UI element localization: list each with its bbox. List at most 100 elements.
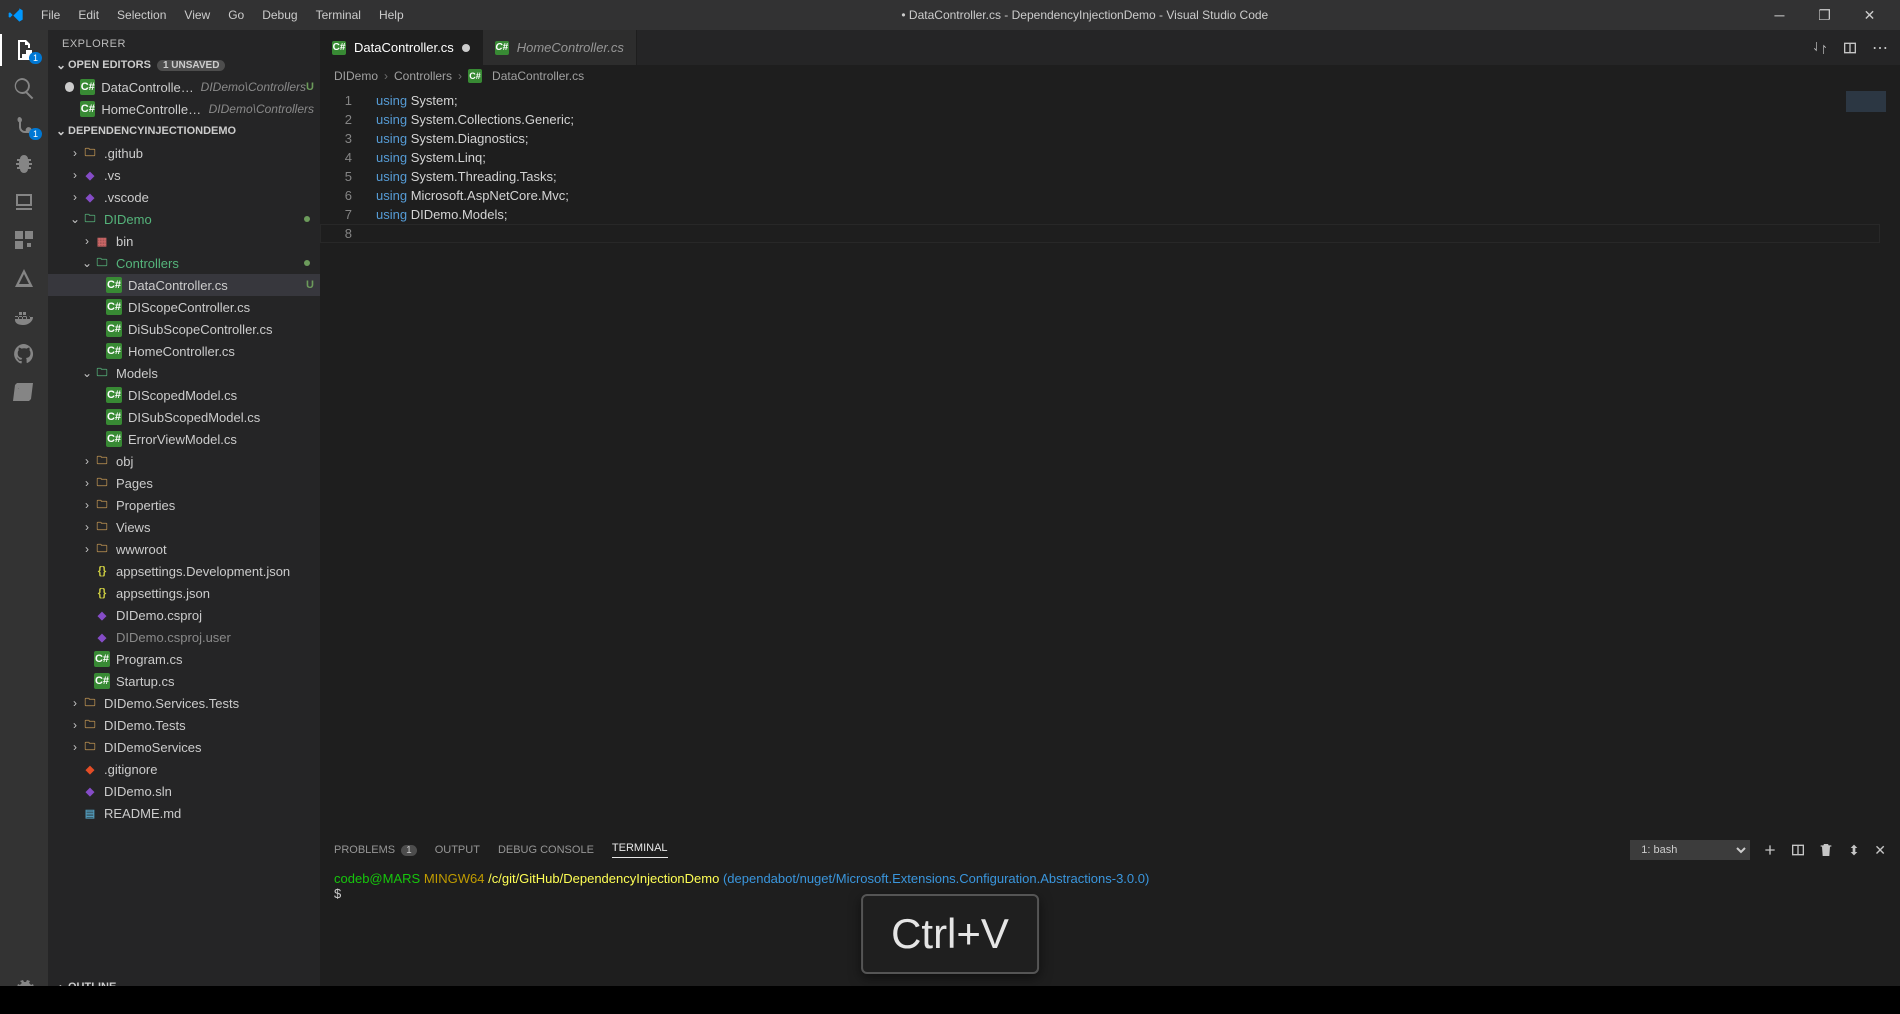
workspace-header[interactable]: ⌄ DEPENDENCYINJECTIONDEMO — [48, 122, 320, 140]
code-content[interactable]: using System;using System.Collections.Ge… — [376, 91, 574, 224]
tree-folder[interactable]: ›🗀wwwroot — [48, 538, 320, 560]
tree-folder[interactable]: ⌄🗀Models — [48, 362, 320, 384]
breadcrumb-item[interactable]: DataController.cs — [492, 69, 584, 83]
panel-tab-problems[interactable]: PROBLEMS 1 — [334, 844, 417, 856]
activity-search[interactable] — [0, 76, 48, 100]
activity-extensions[interactable] — [0, 228, 48, 252]
tree-folder[interactable]: ›◆.vs — [48, 164, 320, 186]
menu-selection[interactable]: Selection — [108, 2, 175, 28]
tree-folder[interactable]: ›🗀DIDemo.Tests — [48, 714, 320, 736]
tree-file[interactable]: C#DIScopeController.cs — [48, 296, 320, 318]
more-actions-icon[interactable]: ⋯ — [1872, 38, 1888, 58]
activity-powershell[interactable] — [0, 380, 48, 404]
tree-file[interactable]: {}appsettings.Development.json — [48, 560, 320, 582]
open-editor-item[interactable]: C# HomeController.cs DIDemo\Controllers — [48, 98, 320, 120]
terminal-shell-select[interactable]: 1: bash — [1630, 840, 1750, 860]
tree-file[interactable]: C#Startup.cs — [48, 670, 320, 692]
tree-file[interactable]: ▤README.md — [48, 802, 320, 824]
open-editor-item[interactable]: C# DataController.cs DIDemo\Controllers … — [48, 76, 320, 98]
maximize-button[interactable]: ❐ — [1802, 0, 1847, 30]
minimize-button[interactable]: ─ — [1757, 0, 1802, 30]
tree-file[interactable]: ◆DIDemo.sln — [48, 780, 320, 802]
tree-file[interactable]: C#DiSubScopeController.cs — [48, 318, 320, 340]
activity-azure[interactable] — [0, 266, 48, 290]
bug-icon — [12, 152, 36, 176]
close-panel-icon[interactable]: ✕ — [1874, 842, 1886, 859]
code-line[interactable]: using System.Diagnostics; — [376, 129, 574, 148]
tree-file[interactable]: ◆.gitignore — [48, 758, 320, 780]
breadcrumb-item[interactable]: Controllers — [394, 69, 452, 83]
breadcrumbs[interactable]: DIDemo › Controllers › C# DataController… — [320, 65, 1900, 87]
menu-help[interactable]: Help — [370, 2, 413, 28]
tree-file[interactable]: C#HomeController.cs — [48, 340, 320, 362]
csharp-icon: C# — [106, 431, 122, 447]
menu-edit[interactable]: Edit — [69, 2, 108, 28]
tree-label: DISubScopedModel.cs — [128, 410, 260, 425]
menu-terminal[interactable]: Terminal — [307, 2, 370, 28]
tree-file[interactable]: C#DataController.csU — [48, 274, 320, 296]
tree-file[interactable]: C#Program.cs — [48, 648, 320, 670]
tree-folder[interactable]: ›🗀Properties — [48, 494, 320, 516]
panel-tab-output[interactable]: OUTPUT — [435, 844, 480, 856]
tree-label: obj — [116, 454, 133, 469]
tree-folder[interactable]: ›🗀obj — [48, 450, 320, 472]
menu-go[interactable]: Go — [219, 2, 253, 28]
menu-file[interactable]: File — [32, 2, 69, 28]
tree-file[interactable]: C#DIScopedModel.cs — [48, 384, 320, 406]
panel-tab-debug-console[interactable]: DEBUG CONSOLE — [498, 844, 594, 856]
minimap[interactable] — [1846, 91, 1886, 121]
code-line[interactable]: using System.Linq; — [376, 148, 574, 167]
activity-scm[interactable]: 1 — [0, 114, 48, 138]
tree-folder[interactable]: ›🗀DIDemoServices — [48, 736, 320, 758]
open-editors-header[interactable]: ⌄ OPEN EDITORS 1 UNSAVED — [48, 56, 320, 74]
code-editor[interactable]: 12345678 using System;using System.Colle… — [320, 87, 1900, 834]
chevron-down-icon: ⌄ — [54, 58, 68, 72]
chevron-down-icon: ⌄ — [80, 256, 94, 270]
tree-folder[interactable]: ›◆.vscode — [48, 186, 320, 208]
editor-tab[interactable]: C# HomeController.cs — [483, 30, 637, 65]
activity-github[interactable] — [0, 342, 48, 366]
tree-file[interactable]: ◆DIDemo.csproj — [48, 604, 320, 626]
breadcrumb-item[interactable]: DIDemo — [334, 69, 378, 83]
new-terminal-icon[interactable] — [1762, 842, 1778, 858]
chevron-right-icon: › — [80, 520, 94, 534]
git-status: U — [306, 279, 314, 291]
bin-folder-icon: ▦ — [94, 233, 110, 249]
code-line[interactable]: using DIDemo.Models; — [376, 205, 574, 224]
panel-tab-terminal[interactable]: TERMINAL — [612, 842, 668, 858]
tree-folder[interactable]: ⌄🗀Controllers — [48, 252, 320, 274]
tree-folder[interactable]: ›🗀.github — [48, 142, 320, 164]
split-editor-icon[interactable] — [1842, 40, 1858, 56]
close-button[interactable]: ✕ — [1847, 0, 1892, 30]
folder-icon: 🗀 — [94, 497, 110, 513]
activity-docker[interactable] — [0, 304, 48, 328]
code-line[interactable]: using System; — [376, 91, 574, 110]
tree-file[interactable]: {}appsettings.json — [48, 582, 320, 604]
editor-tab[interactable]: C# DataController.cs — [320, 30, 483, 65]
tree-folder[interactable]: ›▦bin — [48, 230, 320, 252]
editor-actions: ⋯ — [1812, 30, 1900, 65]
menu-view[interactable]: View — [175, 2, 219, 28]
kill-terminal-icon[interactable] — [1818, 842, 1834, 858]
activity-debug[interactable] — [0, 152, 48, 176]
activity-remote[interactable] — [0, 190, 48, 214]
tree-file[interactable]: C#ErrorViewModel.cs — [48, 428, 320, 450]
tree-folder[interactable]: ›🗀Views — [48, 516, 320, 538]
compare-changes-icon[interactable] — [1812, 40, 1828, 56]
activity-explorer[interactable]: 1 — [0, 38, 48, 62]
tree-label: Views — [116, 520, 150, 535]
tree-label: .vs — [104, 168, 121, 183]
tree-folder[interactable]: ›🗀DIDemo.Services.Tests — [48, 692, 320, 714]
code-line[interactable]: using System.Collections.Generic; — [376, 110, 574, 129]
tree-file[interactable]: C#DISubScopedModel.cs — [48, 406, 320, 428]
folder-icon: 🗀 — [94, 475, 110, 491]
workspace-label: DEPENDENCYINJECTIONDEMO — [68, 125, 236, 137]
tree-folder[interactable]: ⌄🗀DIDemo — [48, 208, 320, 230]
code-line[interactable]: using System.Threading.Tasks; — [376, 167, 574, 186]
tree-file[interactable]: ◆DIDemo.csproj.user — [48, 626, 320, 648]
split-terminal-icon[interactable] — [1790, 842, 1806, 858]
code-line[interactable]: using Microsoft.AspNetCore.Mvc; — [376, 186, 574, 205]
tree-folder[interactable]: ›🗀Pages — [48, 472, 320, 494]
maximize-panel-icon[interactable] — [1846, 842, 1862, 858]
menu-debug[interactable]: Debug — [253, 2, 306, 28]
